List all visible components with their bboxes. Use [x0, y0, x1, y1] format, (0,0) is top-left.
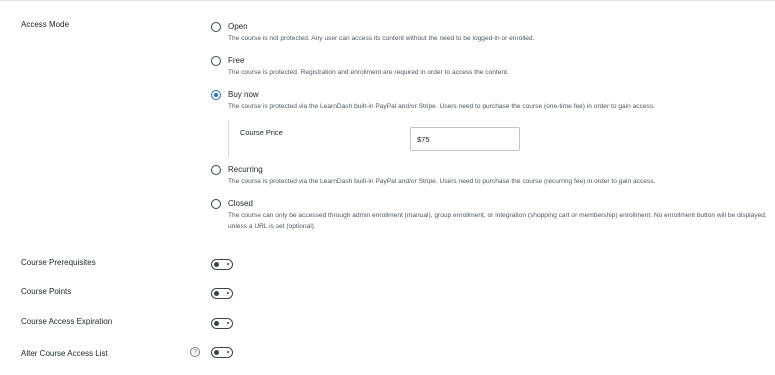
course-points-label: Course Points	[21, 287, 72, 296]
top-divider	[0, 0, 775, 1]
alter-course-access-list-toggle[interactable]	[211, 347, 233, 358]
option-description: The course is not protected. Any user ca…	[228, 35, 535, 42]
access-mode-label: Access Mode	[21, 20, 70, 29]
option-description: The course is protected via the LearnDas…	[228, 103, 655, 110]
radio-buy-now[interactable]	[211, 90, 221, 100]
option-description: The course is protected via the LearnDas…	[228, 178, 656, 185]
course-price-label: Course Price	[240, 128, 283, 137]
radio-free[interactable]	[211, 56, 221, 66]
course-price-input[interactable]	[410, 127, 520, 151]
alter-course-access-list-label: Alter Course Access List	[21, 349, 108, 358]
radio-open[interactable]	[211, 22, 221, 32]
option-title: Free	[228, 56, 245, 65]
course-access-expiration-toggle[interactable]	[211, 318, 233, 329]
course-access-expiration-label: Course Access Expiration	[21, 317, 113, 326]
option-title: Closed	[228, 199, 253, 208]
option-description: The course is protected. Registration an…	[228, 69, 509, 76]
radio-recurring[interactable]	[211, 165, 221, 175]
course-prerequisites-toggle[interactable]	[211, 259, 233, 270]
course-points-toggle[interactable]	[211, 288, 233, 299]
option-description: The course can only be accessed through …	[228, 212, 767, 230]
help-icon[interactable]: ?	[190, 347, 200, 357]
option-title: Buy now	[228, 90, 259, 99]
option-title: Recurring	[228, 165, 263, 174]
price-section-rule	[228, 120, 229, 158]
option-title: Open	[228, 22, 248, 31]
course-prerequisites-label: Course Prerequisites	[21, 258, 96, 267]
radio-closed[interactable]	[211, 199, 221, 209]
